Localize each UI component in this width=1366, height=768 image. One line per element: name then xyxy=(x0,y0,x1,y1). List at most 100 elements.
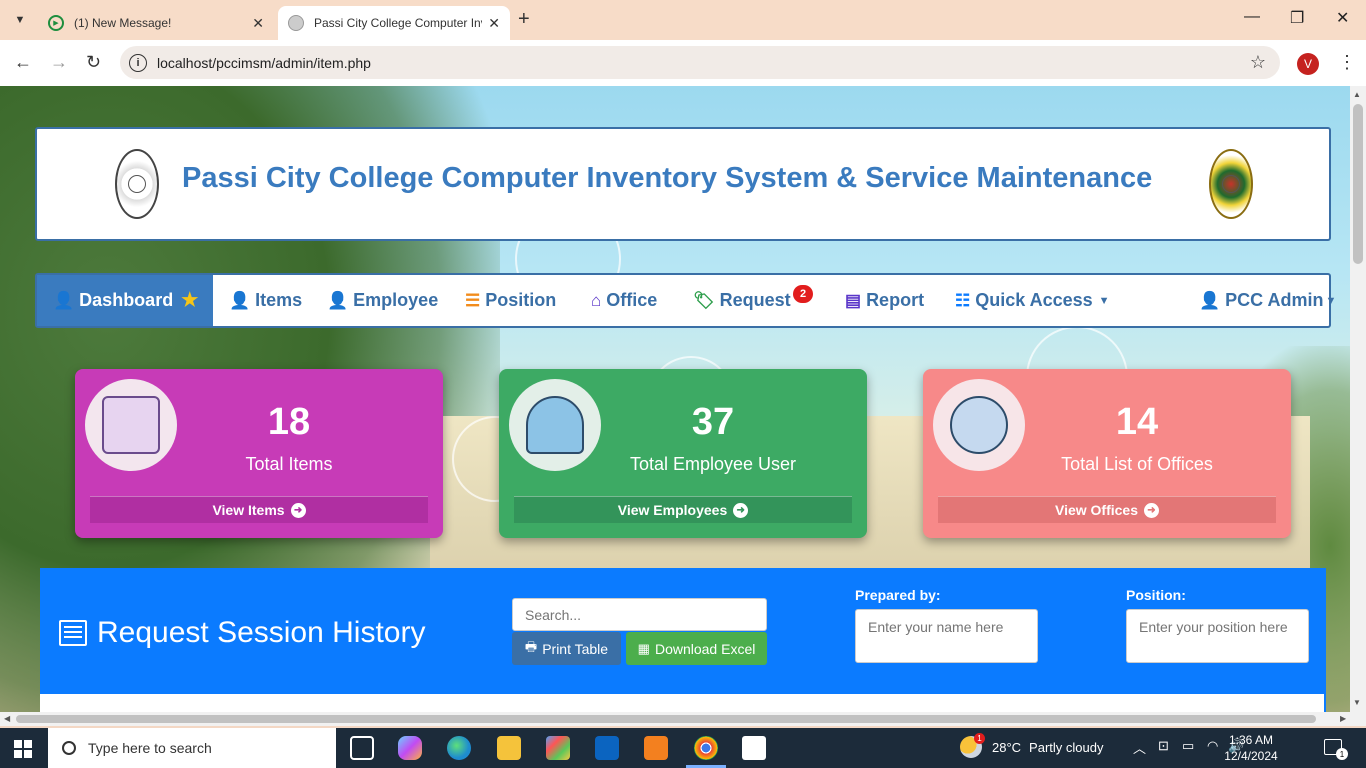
notification-icon[interactable]: 1 xyxy=(1324,739,1348,760)
nav-user-label: PCC Admin xyxy=(1225,290,1324,310)
prepared-by-field[interactable] xyxy=(855,609,1038,663)
chevron-up-icon[interactable]: ︿ xyxy=(1133,738,1146,757)
position-label: Position: xyxy=(1126,587,1186,603)
weather-widget[interactable]: 1 28°C Partly cloudy xyxy=(960,733,1103,758)
view-employees-link[interactable]: View Employees ➜ xyxy=(514,496,852,523)
panel-title-text: Request Session History xyxy=(97,616,426,649)
list-alt-icon: ▤ xyxy=(845,290,862,310)
windows-taskbar: Type here to search 1 28°C Partly cloudy… xyxy=(0,728,1366,768)
store-icon[interactable] xyxy=(546,736,570,760)
scroll-up-icon[interactable]: ▲ xyxy=(1353,90,1361,99)
nav-quick-access[interactable]: ☷ Quick Access ▼ xyxy=(955,275,1110,326)
position-field[interactable] xyxy=(1126,609,1309,663)
arrow-circle-right-icon: ➜ xyxy=(1144,502,1159,518)
battery-icon[interactable]: ▭ xyxy=(1182,738,1194,754)
table-area xyxy=(40,694,1324,712)
nav-office[interactable]: ⌂ Office xyxy=(591,275,657,326)
print-icon: 🖶 xyxy=(524,638,538,654)
prepared-by-label: Prepared by: xyxy=(855,587,941,603)
menu-dots-icon[interactable]: ⋮ xyxy=(1338,52,1356,73)
restore-icon[interactable]: ❐ xyxy=(1290,8,1304,28)
minimize-icon[interactable]: — xyxy=(1244,8,1260,26)
nav-employee[interactable]: 👤 Employee xyxy=(327,275,438,326)
search-icon xyxy=(62,741,76,755)
tab-title: Passi City College Computer Inv xyxy=(314,16,483,30)
windows-start-icon[interactable] xyxy=(14,740,32,758)
site-favicon-icon xyxy=(288,15,304,31)
link-label: View Items xyxy=(212,502,285,518)
college-logo xyxy=(115,149,159,219)
user-icon: 👤 xyxy=(327,290,349,310)
star-icon: ★ xyxy=(181,290,199,311)
stat-card-items: 18 Total Items View Items ➜ xyxy=(75,369,443,538)
button-label: Print Table xyxy=(542,640,609,657)
scroll-right-icon[interactable]: ▶ xyxy=(1340,714,1346,723)
meet-now-icon[interactable]: ⊡ xyxy=(1158,738,1169,754)
tab-title: (1) New Message! xyxy=(74,16,172,30)
edge-icon[interactable] xyxy=(447,736,471,760)
back-icon[interactable]: ← xyxy=(14,52,32,73)
vertical-scrollbar[interactable]: ▲ ▼ xyxy=(1350,86,1366,712)
forward-icon[interactable]: → xyxy=(50,52,68,73)
city-seal-logo xyxy=(1209,149,1253,219)
nav-report[interactable]: ▤ Report xyxy=(845,275,924,326)
taskbar-search[interactable]: Type here to search xyxy=(48,728,336,768)
print-table-button[interactable]: 🖶 Print Table xyxy=(512,632,621,665)
tags-icon: 🏷 xyxy=(693,290,715,310)
outlook-icon[interactable] xyxy=(595,736,619,760)
view-items-link[interactable]: View Items ➜ xyxy=(90,496,428,523)
terminal-app-icon[interactable] xyxy=(742,736,766,760)
caret-down-icon: ▼ xyxy=(1098,294,1110,307)
profile-avatar[interactable]: V xyxy=(1297,53,1319,75)
reload-icon[interactable]: ↻ xyxy=(86,52,101,73)
file-explorer-icon[interactable] xyxy=(497,736,521,760)
site-info-icon[interactable]: i xyxy=(129,53,147,72)
scroll-left-icon[interactable]: ◀ xyxy=(4,714,10,723)
bookmark-star-icon[interactable]: ☆ xyxy=(1250,52,1266,73)
view-offices-link[interactable]: View Offices ➜ xyxy=(938,496,1276,523)
copilot-icon[interactable] xyxy=(398,736,422,760)
horizontal-scrollbar[interactable]: ◀ ▶ xyxy=(0,712,1366,726)
wifi-icon[interactable]: ◠ xyxy=(1207,738,1218,754)
stat-number: 18 xyxy=(267,401,311,443)
task-view-icon[interactable] xyxy=(350,736,374,760)
scrollbar-thumb[interactable] xyxy=(16,715,1316,723)
button-label: Download Excel xyxy=(654,640,756,657)
stat-card-offices: 14 Total List of Offices View Offices ➜ xyxy=(923,369,1291,538)
nav-label: Office xyxy=(606,290,658,310)
close-tab-icon[interactable]: ✕ xyxy=(488,15,500,32)
user-icon: 👤 xyxy=(229,290,251,310)
nav-user-menu[interactable]: 👤 PCC Admin ▼ xyxy=(1199,275,1336,326)
download-excel-button[interactable]: ▦ Download Excel xyxy=(626,632,767,665)
site-header: Passi City College Computer Inventory Sy… xyxy=(35,127,1331,241)
url-text[interactable]: localhost/pccimsm/admin/item.php xyxy=(157,55,371,71)
close-tab-icon[interactable]: ✕ xyxy=(252,15,264,32)
nav-dashboard[interactable]: 👤 Dashboard ★ xyxy=(37,275,213,326)
nav-position[interactable]: ☰ Position xyxy=(465,275,556,326)
tab-passi-city-college[interactable]: Passi City College Computer Inv ✕ xyxy=(278,6,510,40)
caret-down-icon: ▼ xyxy=(1325,294,1337,307)
tab-search-chevron-icon[interactable]: ▼ xyxy=(8,8,32,32)
home-icon: ⌂ xyxy=(591,290,602,310)
weather-badge: 1 xyxy=(974,733,985,744)
page-viewport: Passi City College Computer Inventory Sy… xyxy=(0,86,1350,712)
stat-label: Total List of Offices xyxy=(1061,454,1213,474)
tab-new-message[interactable]: ▶ (1) New Message! ✕ xyxy=(38,6,274,40)
nav-request[interactable]: 🏷 Request xyxy=(693,275,791,326)
new-tab-button[interactable]: + xyxy=(518,8,530,31)
scrollbar-thumb[interactable] xyxy=(1353,104,1363,264)
panel-title: Request Session History xyxy=(59,616,425,650)
arrow-circle-right-icon: ➜ xyxy=(290,502,306,518)
arrow-circle-right-icon: ➜ xyxy=(733,502,749,518)
scroll-down-icon[interactable]: ▼ xyxy=(1353,698,1361,707)
nav-items[interactable]: 👤 Items xyxy=(229,275,302,326)
tab-strip: ▼ ▶ (1) New Message! ✕ Passi City Colleg… xyxy=(0,0,1366,40)
system-clock[interactable]: 1:36 AM 12/4/2024 xyxy=(1220,732,1282,764)
omnibox[interactable]: i localhost/pccimsm/admin/item.php ☆ xyxy=(120,46,1280,79)
xampp-icon[interactable] xyxy=(644,736,668,760)
stat-number: 14 xyxy=(1115,401,1159,443)
close-window-icon[interactable]: ✕ xyxy=(1336,8,1349,28)
search-input[interactable] xyxy=(512,598,767,631)
stat-card-employees: 37 Total Employee User View Employees ➜ xyxy=(499,369,867,538)
chrome-icon[interactable] xyxy=(694,736,718,760)
